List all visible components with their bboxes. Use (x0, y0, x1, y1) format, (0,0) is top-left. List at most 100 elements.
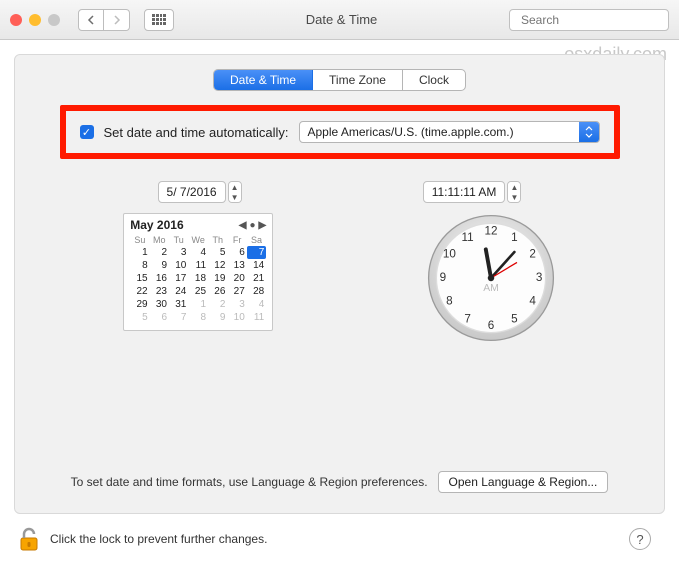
svg-text:11: 11 (461, 231, 473, 244)
svg-text:6: 6 (487, 319, 494, 332)
calendar-day[interactable]: 26 (208, 285, 227, 298)
chevron-updown-icon (579, 122, 599, 142)
calendar-day[interactable]: 23 (150, 285, 169, 298)
svg-text:3: 3 (536, 271, 543, 284)
back-button[interactable] (78, 9, 104, 31)
time-server-value: Apple Americas/U.S. (time.apple.com.) (300, 125, 579, 139)
calendar-day[interactable]: 4 (247, 298, 266, 311)
calendar-dow: Fr (227, 234, 246, 246)
calendar-day[interactable]: 2 (150, 246, 169, 259)
calendar-day[interactable]: 19 (208, 272, 227, 285)
calendar-day[interactable]: 10 (169, 259, 188, 272)
calendar-day[interactable]: 18 (188, 272, 208, 285)
show-all-button[interactable] (144, 9, 174, 31)
calendar-day[interactable]: 2 (208, 298, 227, 311)
calendar-day[interactable]: 10 (227, 311, 246, 324)
calendar-title: May 2016 (130, 218, 183, 232)
svg-text:4: 4 (529, 294, 536, 307)
search-input[interactable] (521, 13, 676, 27)
calendar-day[interactable]: 17 (169, 272, 188, 285)
calendar-day[interactable]: 30 (150, 298, 169, 311)
lock-icon[interactable] (18, 526, 40, 552)
search-field[interactable] (509, 9, 669, 31)
calendar-day[interactable]: 8 (188, 311, 208, 324)
calendar-day[interactable]: 22 (130, 285, 149, 298)
calendar-day[interactable]: 7 (247, 246, 266, 259)
calendar-day[interactable]: 14 (247, 259, 266, 272)
tab-time-zone[interactable]: Time Zone (313, 70, 403, 90)
lock-text: Click the lock to prevent further change… (50, 532, 619, 546)
svg-text:9: 9 (439, 271, 446, 284)
calendar-day[interactable]: 9 (150, 259, 169, 272)
tab-date-time[interactable]: Date & Time (214, 70, 313, 90)
time-stepper-buttons[interactable]: ▲▼ (507, 181, 521, 203)
calendar-day[interactable]: 27 (227, 285, 246, 298)
svg-text:5: 5 (511, 313, 518, 326)
calendar-day[interactable]: 29 (130, 298, 149, 311)
calendar-day[interactable]: 9 (208, 311, 227, 324)
calendar-day[interactable]: 1 (130, 246, 149, 259)
auto-datetime-checkbox[interactable]: ✓ (80, 125, 94, 139)
calendar-day[interactable]: 15 (130, 272, 149, 285)
close-button[interactable] (10, 14, 22, 26)
calendar-grid: SuMoTuWeThFrSa 1234567891011121314151617… (130, 234, 266, 324)
calendar-day[interactable]: 1 (188, 298, 208, 311)
tab-group: Date & Time Time Zone Clock (213, 69, 466, 91)
forward-button[interactable] (104, 9, 130, 31)
maximize-button[interactable] (48, 14, 60, 26)
calendar-day[interactable]: 24 (169, 285, 188, 298)
svg-text:1: 1 (511, 231, 518, 244)
clock-ampm-label: AM (483, 283, 499, 294)
calendar-dow: Su (130, 234, 149, 246)
date-field[interactable]: 5/ 7/2016 (158, 181, 226, 203)
calendar-day[interactable]: 6 (150, 311, 169, 324)
window-title: Date & Time (182, 12, 501, 27)
calendar-day[interactable]: 11 (188, 259, 208, 272)
calendar-dow: Sa (247, 234, 266, 246)
svg-text:8: 8 (446, 294, 453, 307)
calendar-dow: Tu (169, 234, 188, 246)
lock-row: Click the lock to prevent further change… (0, 514, 679, 564)
svg-text:10: 10 (443, 248, 457, 261)
nav-buttons (78, 9, 130, 31)
calendar-day[interactable]: 21 (247, 272, 266, 285)
calendar-day[interactable]: 16 (150, 272, 169, 285)
open-language-region-button[interactable]: Open Language & Region... (438, 471, 609, 493)
calendar-day[interactable]: 13 (227, 259, 246, 272)
calendar-day[interactable]: 20 (227, 272, 246, 285)
calendar-day[interactable]: 31 (169, 298, 188, 311)
calendar-day[interactable]: 12 (208, 259, 227, 272)
analog-clock: 1212 345 678 91011 AM (426, 213, 556, 343)
minimize-button[interactable] (29, 14, 41, 26)
time-server-combobox[interactable]: Apple Americas/U.S. (time.apple.com.) (299, 121, 600, 143)
calendar-day[interactable]: 5 (130, 311, 149, 324)
calendar-day[interactable]: 11 (247, 311, 266, 324)
calendar-dow: Th (208, 234, 227, 246)
calendar[interactable]: May 2016 ◀ ● ▶ SuMoTuWeThFrSa 1234567891… (123, 213, 273, 331)
calendar-day[interactable]: 5 (208, 246, 227, 259)
calendar-day[interactable]: 3 (227, 298, 246, 311)
calendar-next-icon[interactable]: ▶ (259, 220, 267, 231)
calendar-dow: Mo (150, 234, 169, 246)
svg-text:12: 12 (484, 224, 497, 237)
calendar-day[interactable]: 28 (247, 285, 266, 298)
calendar-day[interactable]: 6 (227, 246, 246, 259)
calendar-day[interactable]: 7 (169, 311, 188, 324)
date-stepper-buttons[interactable]: ▲▼ (228, 181, 242, 203)
help-button[interactable]: ? (629, 528, 651, 550)
window-titlebar: Date & Time (0, 0, 679, 40)
auto-datetime-label: Set date and time automatically: (104, 125, 289, 140)
time-stepper: 11:11:11 AM ▲▼ (423, 181, 522, 203)
calendar-day[interactable]: 25 (188, 285, 208, 298)
calendar-day[interactable]: 3 (169, 246, 188, 259)
calendar-dow: We (188, 234, 208, 246)
calendar-prev-icon[interactable]: ◀ (239, 220, 247, 231)
calendar-today-icon[interactable]: ● (250, 220, 256, 231)
tab-clock[interactable]: Clock (403, 70, 465, 90)
date-stepper: 5/ 7/2016 ▲▼ (158, 181, 242, 203)
calendar-nav: ◀ ● ▶ (239, 220, 266, 231)
calendar-day[interactable]: 8 (130, 259, 149, 272)
auto-datetime-highlight: ✓ Set date and time automatically: Apple… (60, 105, 620, 159)
calendar-day[interactable]: 4 (188, 246, 208, 259)
time-field[interactable]: 11:11:11 AM (423, 181, 506, 203)
